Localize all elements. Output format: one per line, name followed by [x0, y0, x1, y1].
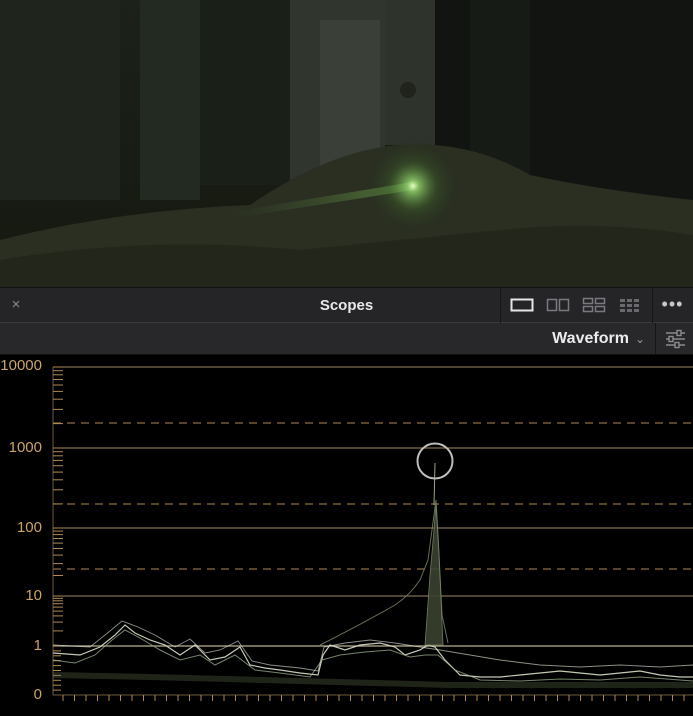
- layout-selector: [500, 288, 653, 323]
- grid-lines: [52, 366, 693, 696]
- scope-type-dropdown[interactable]: Waveform ⌄: [552, 323, 645, 354]
- waveform-scope[interactable]: 10000 1000 100 10 1 0: [0, 355, 693, 716]
- scope-type-label: Waveform: [552, 330, 629, 347]
- quad-view-icon[interactable]: [582, 297, 606, 313]
- axis-tick-marks: [53, 366, 685, 701]
- more-options-icon[interactable]: •••: [652, 288, 693, 323]
- waveform-trace: [52, 462, 693, 688]
- chevron-down-icon: ⌄: [634, 332, 645, 346]
- scopes-toolbar: Waveform ⌄: [0, 323, 693, 355]
- sliders-icon[interactable]: [655, 323, 693, 354]
- video-preview: [0, 0, 693, 287]
- video-frame-image: [0, 0, 693, 287]
- single-view-icon[interactable]: [510, 297, 534, 313]
- scopes-panel-header: × Scopes •••: [0, 287, 693, 323]
- close-icon[interactable]: ×: [6, 295, 26, 315]
- dual-view-icon[interactable]: [546, 297, 570, 313]
- waveform-graph: [52, 366, 693, 701]
- grid-view-icon[interactable]: [618, 297, 642, 313]
